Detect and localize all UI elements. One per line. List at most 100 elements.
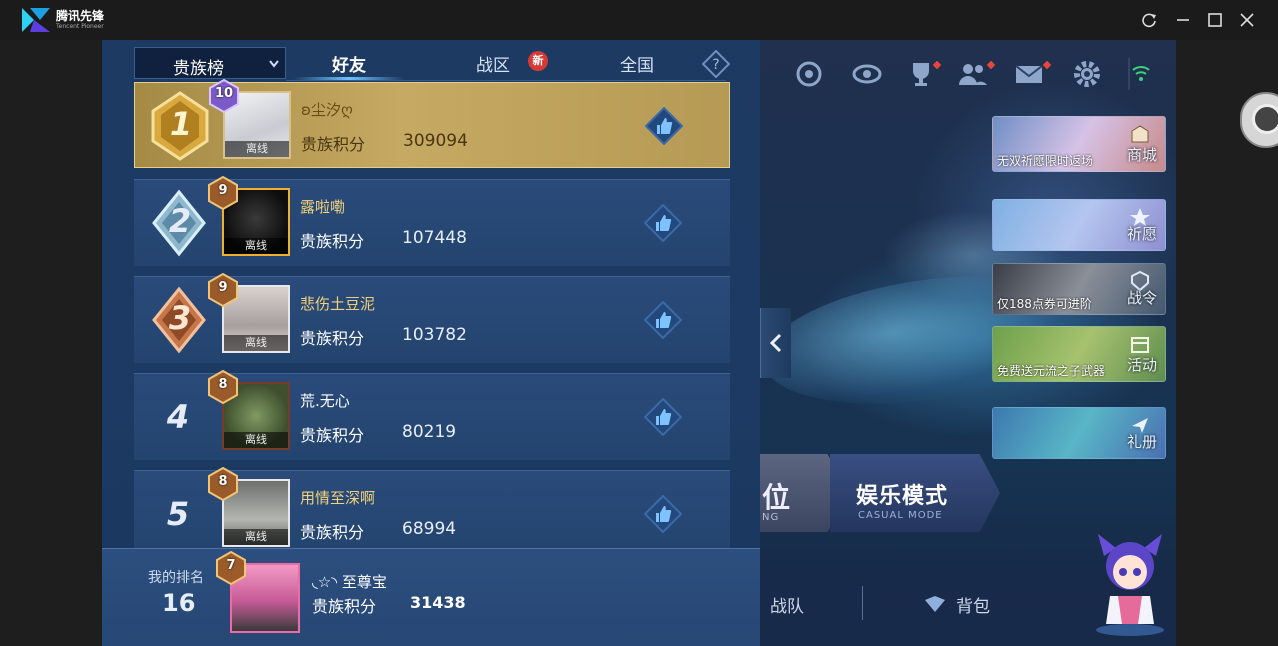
floating-tool-icon	[1252, 104, 1278, 134]
ranked-mode-label: 位	[762, 481, 791, 514]
leaderboard-row[interactable]: 4 离线 8 荒.无心 贵族积分 80219	[134, 370, 730, 460]
close-icon[interactable]	[1238, 11, 1256, 29]
battle-pass-label: 战令	[1126, 289, 1157, 307]
friends-icon[interactable]	[956, 58, 990, 90]
trophy-icon[interactable]	[904, 58, 938, 90]
my-rank-label: 我的排名	[148, 570, 204, 586]
my-score-label: 贵族积分	[312, 597, 377, 616]
mascot-character-image[interactable]	[1088, 526, 1172, 638]
noble-level: 10	[214, 86, 234, 101]
help-icon[interactable]: ?	[702, 50, 730, 78]
chevron-down-icon	[269, 60, 279, 68]
my-name: ◟☆◝ 至尊宝	[312, 573, 387, 591]
rank-number: 2	[168, 202, 192, 240]
gift-book-button[interactable]: 礼册	[992, 407, 1166, 459]
my-rank-number: 16	[162, 589, 196, 617]
refresh-icon[interactable]	[1140, 11, 1158, 29]
player-name: 露啦嘞	[300, 198, 346, 216]
minimize-icon[interactable]	[1174, 11, 1192, 29]
left-letterbox	[0, 40, 102, 646]
app-subtitle: Tencent Pioneer	[56, 23, 104, 30]
noble-level: 8	[218, 377, 228, 392]
thumbs-up-icon[interactable]	[644, 398, 682, 436]
leaderboard-panel: 贵族榜 好友 战区 新 全国 ? 1 离线 10 ʚ尘汐ღ 贵族积分 30909…	[102, 40, 760, 646]
leaderboard-tabbar: 贵族榜 好友 战区 新 全国 ?	[134, 47, 732, 81]
wish-label: 祈愿	[1126, 225, 1157, 243]
player-avatar-frame[interactable]: 离线 10	[209, 79, 291, 159]
bag-icon	[925, 596, 945, 612]
eye-icon[interactable]	[850, 58, 884, 90]
score-label: 贵族积分	[300, 523, 365, 542]
shop-button[interactable]: 无双祈愿限时返场 商城	[992, 116, 1166, 172]
event-caption: 免费送元流之子武器	[997, 364, 1106, 378]
offline-status: 离线	[225, 141, 289, 157]
player-avatar-frame[interactable]: 离线 8	[208, 370, 290, 450]
tab-national[interactable]: 全国	[620, 51, 654, 76]
player-avatar-frame[interactable]: 离线 9	[208, 176, 290, 256]
my-score-value: 31438	[410, 593, 466, 612]
app-logo-icon	[22, 8, 50, 32]
score-value: 68994	[402, 519, 457, 539]
rank-number: 3	[168, 299, 192, 337]
bottom-divider	[862, 586, 863, 620]
player-avatar-frame[interactable]: 离线 9	[208, 273, 290, 353]
score-value: 309094	[403, 131, 468, 151]
noble-level: 8	[218, 474, 228, 489]
thumbs-up-icon[interactable]	[644, 204, 682, 242]
bag-button[interactable]: 背包	[956, 592, 990, 617]
window-titlebar: 腾讯先锋 Tencent Pioneer	[0, 0, 1278, 40]
offline-status: 离线	[224, 529, 288, 545]
score-label: 贵族积分	[300, 426, 365, 445]
score-value: 103782	[402, 325, 467, 345]
target-icon[interactable]	[792, 58, 826, 90]
shop-label: 商城	[1126, 146, 1157, 164]
event-icon	[1131, 337, 1149, 353]
shop-caption: 无双祈愿限时返场	[997, 154, 1094, 168]
thumbs-up-icon[interactable]	[644, 301, 682, 339]
ranked-mode-sub: NG	[762, 512, 780, 523]
thumbs-up-icon[interactable]	[645, 107, 683, 145]
event-button[interactable]: 免费送元流之子武器 活动	[992, 326, 1166, 382]
my-rank-bar: 我的排名 16 7 ◟☆◝ 至尊宝 贵族积分 31438	[102, 548, 760, 646]
ranking-type-dropdown[interactable]: 贵族榜	[134, 47, 286, 79]
noble-level: 9	[218, 280, 228, 295]
score-value: 107448	[402, 228, 467, 248]
leaderboard-row[interactable]: 1 离线 10 ʚ尘汐ღ 贵族积分 309094	[134, 79, 730, 168]
score-label: 贵族积分	[300, 232, 365, 251]
player-name: 荒.无心	[300, 392, 350, 410]
wifi-signal-icon	[1128, 58, 1150, 90]
app-name: 腾讯先锋	[56, 9, 105, 23]
tab-divider	[286, 80, 726, 81]
active-tab-indicator	[294, 77, 404, 80]
shop-icon	[1131, 125, 1149, 143]
offline-status: 离线	[224, 432, 288, 448]
tab-friends[interactable]: 好友	[332, 51, 366, 76]
gear-icon[interactable]	[1070, 58, 1104, 90]
player-avatar-frame[interactable]: 离线 8	[208, 467, 290, 547]
maximize-icon[interactable]	[1206, 11, 1224, 29]
svg-text:?: ?	[712, 57, 719, 73]
rank-number: 4	[166, 398, 190, 436]
my-avatar-frame[interactable]: 7	[216, 551, 300, 633]
collapse-panel-button[interactable]	[760, 308, 791, 378]
wish-button[interactable]: 祈愿	[992, 199, 1166, 251]
mail-icon[interactable]	[1012, 58, 1046, 90]
new-badge: 新	[528, 51, 548, 71]
score-label: 贵族积分	[300, 329, 365, 348]
leaderboard-row[interactable]: 3 离线 9 悲伤土豆泥 贵族积分 103782	[134, 273, 730, 363]
player-name: ʚ尘汐ღ	[301, 101, 353, 119]
leaderboard-row[interactable]: 2 离线 9 露啦嘞 贵族积分 107448	[134, 176, 730, 266]
chevron-left-icon	[769, 333, 782, 353]
player-name: 用情至深啊	[300, 489, 376, 507]
rank-number: 5	[166, 495, 190, 533]
casual-mode-sub: CASUAL MODE	[858, 510, 943, 521]
score-value: 80219	[402, 422, 457, 442]
casual-mode-label: 娱乐模式	[856, 484, 949, 509]
tab-region[interactable]: 战区	[476, 51, 510, 76]
leaderboard-row[interactable]: 5 离线 8 用情至深啊 贵族积分 68994	[134, 467, 730, 557]
event-label: 活动	[1126, 356, 1157, 374]
thumbs-up-icon[interactable]	[644, 495, 682, 533]
team-button[interactable]: 战队	[770, 592, 804, 617]
battle-pass-button[interactable]: 仅188点券可进阶 战令	[992, 263, 1166, 315]
ranking-type-label: 贵族榜	[173, 59, 224, 79]
